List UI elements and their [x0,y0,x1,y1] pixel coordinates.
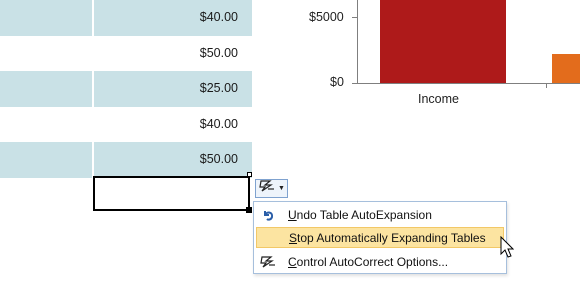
y-axis [357,0,358,84]
table-resize-handle[interactable] [247,172,252,177]
table-row: $25.00 [0,71,252,107]
amount-cell[interactable]: $50.00 [94,36,252,72]
expense-bar[interactable] [552,54,580,83]
y-tick-label: $0 [330,75,344,89]
autocorrect-options-button[interactable]: ▼ [255,179,288,198]
menu-item-label: Undo Table AutoExpansion [288,207,432,222]
table-cell[interactable] [0,107,92,143]
amount-cell[interactable]: $40.00 [94,0,252,36]
autocorrect-options-menu: Undo Table AutoExpansion Stop Automatica… [253,201,507,274]
table-row: $40.00 [0,107,252,143]
fill-handle[interactable] [246,207,252,213]
dropdown-arrow-icon: ▼ [278,185,285,192]
menu-item-label: Stop Automatically Expanding Tables [289,230,486,245]
table-cell[interactable] [0,142,94,178]
undo-icon [256,208,280,222]
table-cell[interactable] [0,36,92,72]
menu-item-stop-automatically-expanding-tables[interactable]: Stop Automatically Expanding Tables [256,227,504,248]
y-tick [352,17,357,18]
table-row: $40.00 [0,0,252,36]
income-chart: $5000 $0 Income [300,0,580,110]
menu-item-control-autocorrect-options[interactable]: Control AutoCorrect Options... [256,251,504,272]
amount-cell[interactable]: $40.00 [94,107,252,143]
amount-cell[interactable]: $25.00 [94,71,252,107]
autocorrect-lightning-icon [259,179,275,198]
y-tick-label: $5000 [309,10,344,24]
menu-item-label: Control AutoCorrect Options... [288,254,449,269]
table-cell[interactable] [0,71,94,107]
x-tick [546,83,547,88]
spreadsheet-table: $40.00 $50.00 $25.00 $40.00 $50.00 [0,0,252,178]
selected-cell[interactable] [93,176,250,211]
mouse-cursor-icon [500,235,515,265]
table-row: $50.00 [0,36,252,72]
menu-item-undo-table-autoexpansion[interactable]: Undo Table AutoExpansion [256,204,504,225]
x-category-label: Income [418,92,459,106]
income-bar[interactable] [380,0,506,83]
table-cell[interactable] [0,0,94,36]
amount-cell[interactable]: $50.00 [94,142,252,178]
autocorrect-lightning-icon [256,255,280,269]
table-row: $50.00 [0,142,252,178]
